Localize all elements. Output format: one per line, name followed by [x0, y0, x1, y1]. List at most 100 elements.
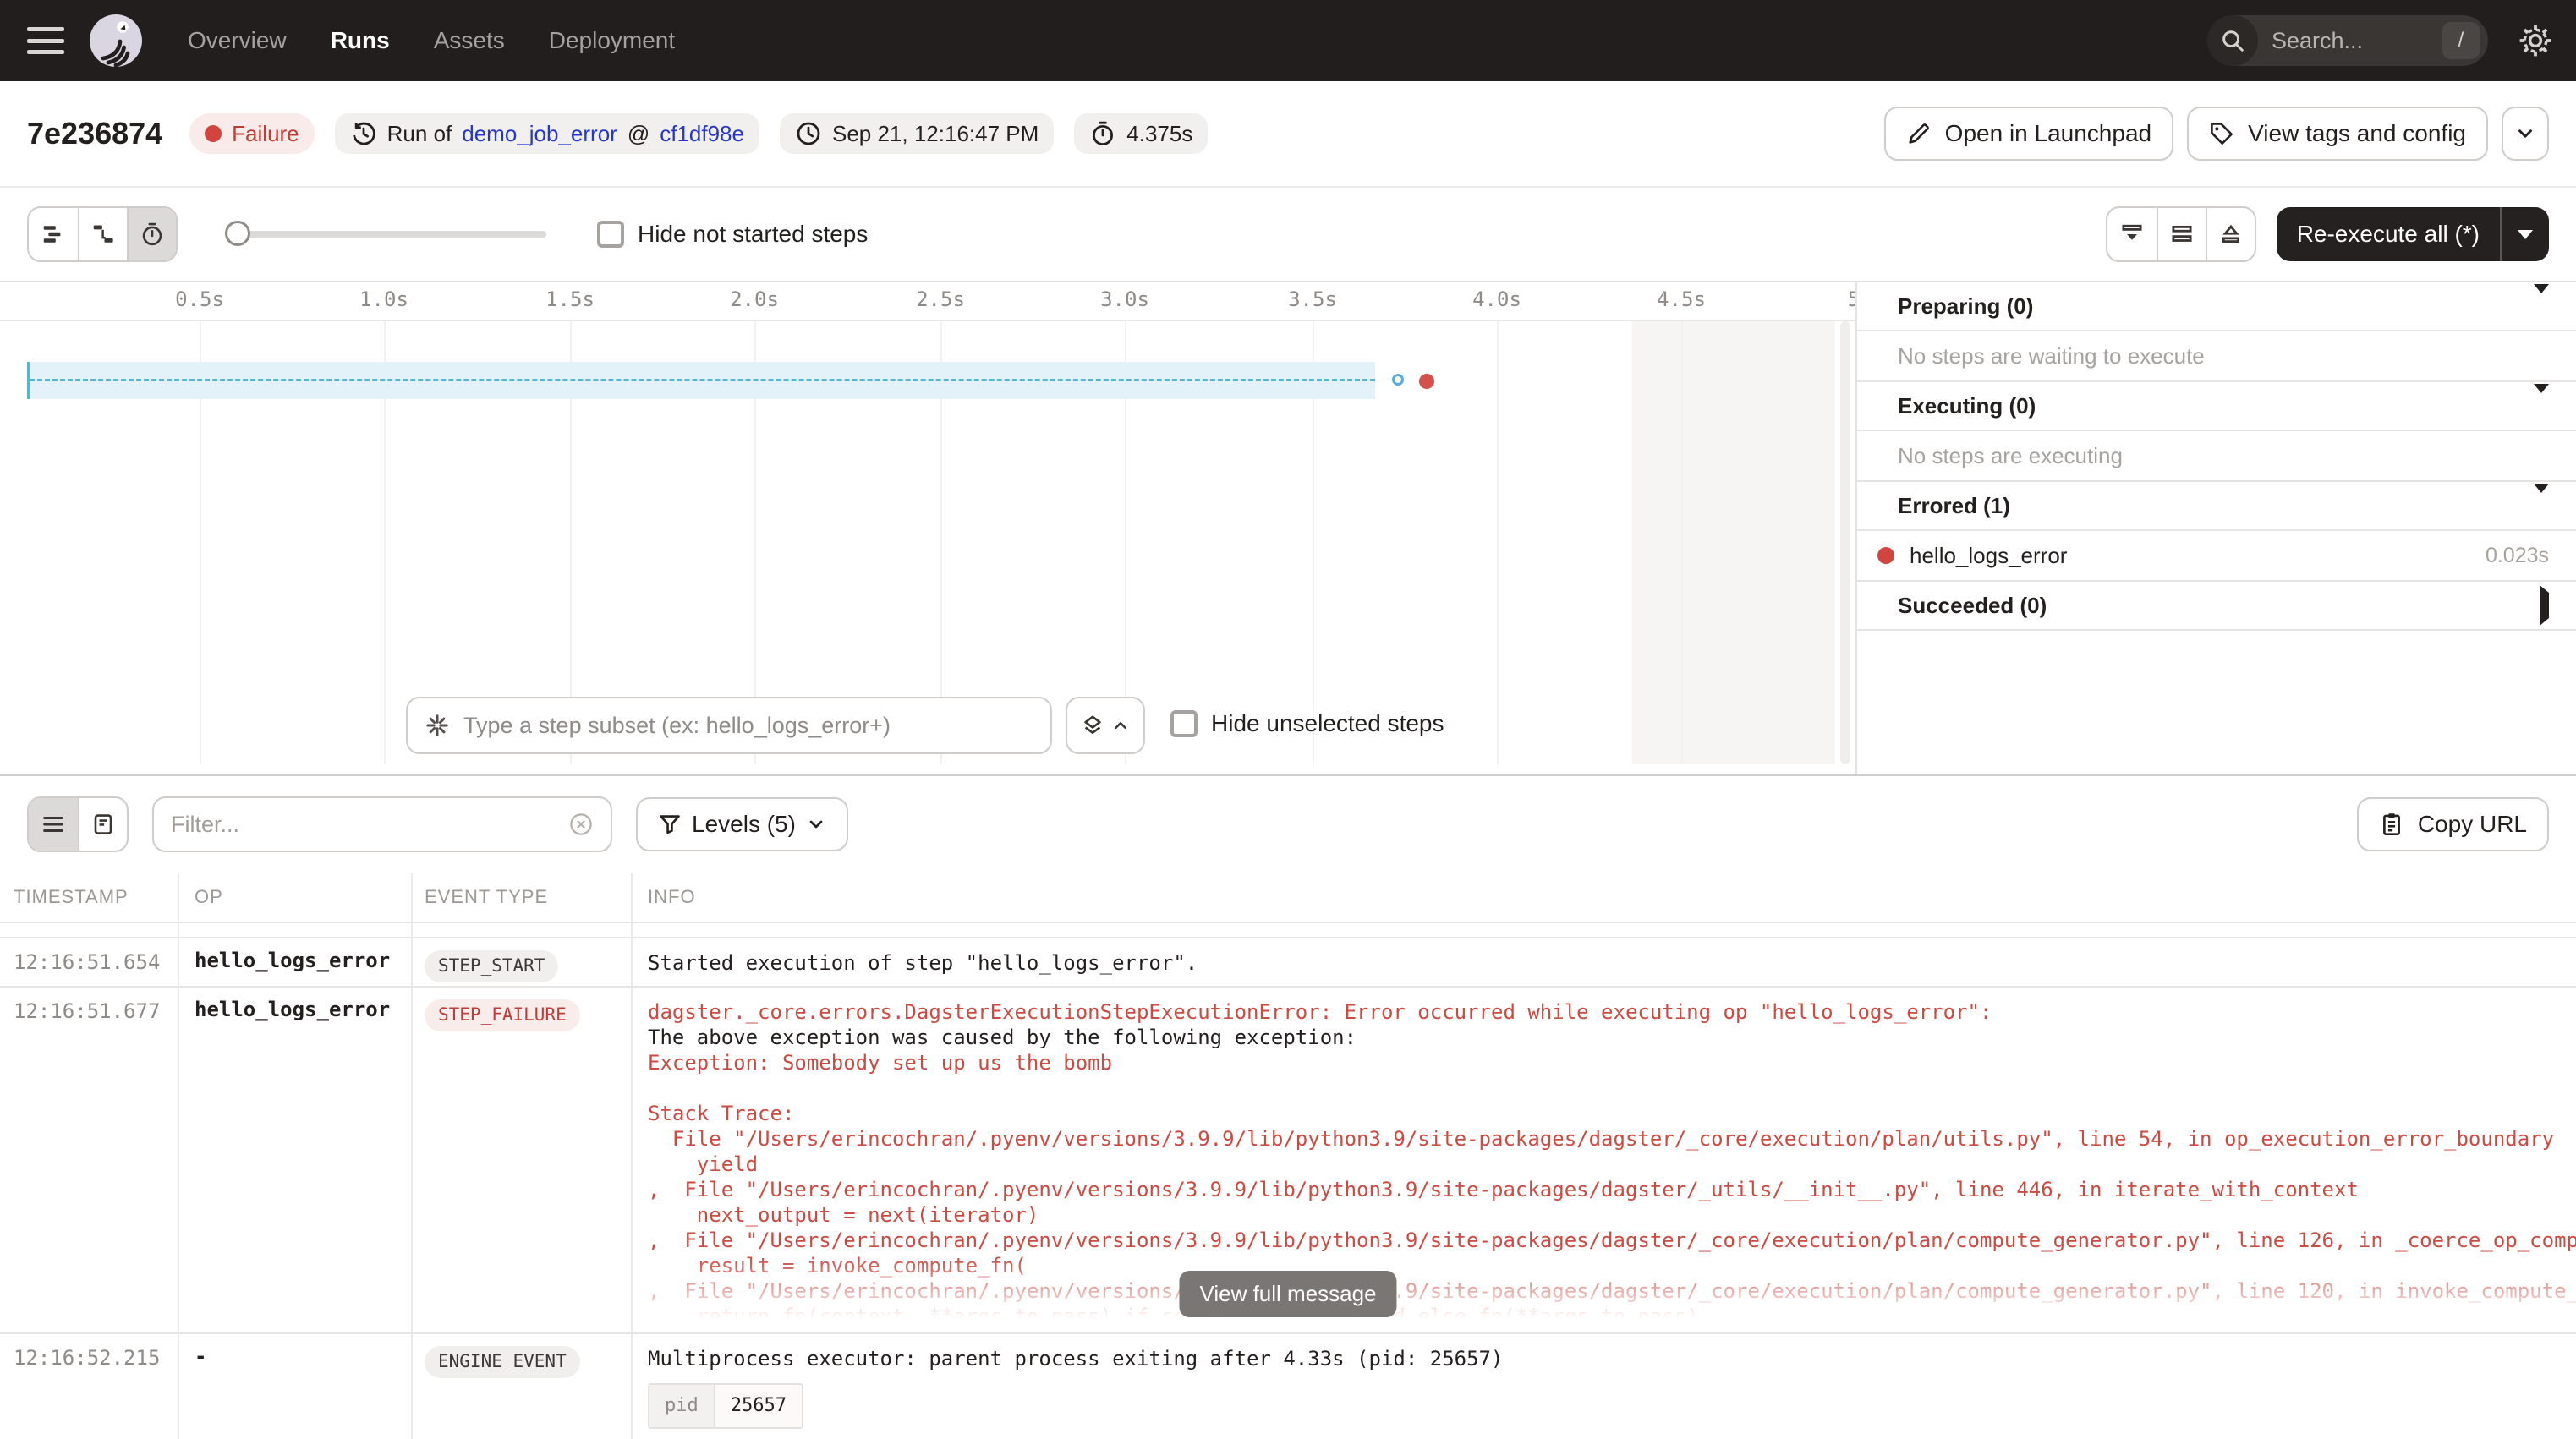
hamburger-menu-icon[interactable] — [27, 27, 64, 54]
event-metadata-table: pid 25657 — [648, 1383, 803, 1429]
step-duration: 0.023s — [2486, 544, 2549, 568]
gantt-waterfall-view-button[interactable] — [78, 208, 127, 260]
gantt-view-mode-control — [27, 206, 178, 262]
copy-url-button[interactable]: Copy URL — [2357, 797, 2549, 851]
log-op: - — [178, 1334, 411, 1439]
hide-not-started-checkbox[interactable]: Hide not started steps — [597, 221, 868, 248]
nav-item-overview[interactable]: Overview — [188, 27, 287, 54]
section-preparing[interactable]: Preparing (0) — [1857, 282, 2576, 331]
reexecute-dropdown-caret[interactable] — [2502, 230, 2549, 239]
open-in-launchpad-button[interactable]: Open in Launchpad — [1884, 107, 2173, 161]
col-op: OP — [178, 873, 411, 922]
section-succeeded[interactable]: Succeeded (0) — [1857, 582, 2576, 631]
dagster-logo[interactable] — [88, 13, 144, 68]
status-badge: Failure — [189, 113, 314, 154]
filter-funnel-icon — [658, 813, 682, 836]
event-type-badge: STEP_FAILURE — [425, 999, 580, 1031]
op-selector-icon — [425, 713, 450, 738]
gantt-chart[interactable]: 0.5s 1.0s 1.5s 2.0s 2.5s 3.0s 3.5s 4.0s … — [0, 282, 1855, 774]
run-header: 7e236874 Failure Run of demo_job_error @… — [0, 81, 2576, 188]
top-nav: Overview Runs Assets Deployment Search..… — [0, 0, 2576, 81]
chevron-down-icon — [806, 814, 826, 834]
graph-query-layers-button[interactable] — [1066, 697, 1145, 754]
expand-up-panel-button[interactable] — [2206, 208, 2255, 260]
layers-icon — [1081, 714, 1104, 737]
collapse-down-panel-button[interactable] — [2107, 208, 2157, 260]
axis-tick: 3.5s — [1288, 287, 1337, 311]
axis-tick: 0.5s — [175, 287, 224, 311]
slider-knob[interactable] — [225, 221, 250, 246]
search-input[interactable]: Search... / — [2207, 15, 2488, 66]
gantt-timed-view-button[interactable] — [127, 208, 176, 260]
run-of-tag: Run of demo_job_error @ cf1df98e — [335, 113, 759, 154]
view-full-message-button[interactable]: View full message — [1179, 1271, 1396, 1317]
metadata-value: 25657 — [715, 1385, 802, 1427]
gantt-step-bar[interactable] — [27, 362, 1375, 399]
log-filter-input-wrap — [152, 796, 612, 852]
errored-step-row[interactable]: hello_logs_error 0.023s — [1857, 531, 2576, 582]
checkbox-box[interactable] — [1170, 710, 1198, 737]
commit-link[interactable]: cf1df98e — [660, 121, 744, 147]
collapse-caret-icon[interactable] — [2534, 493, 2549, 519]
log-row-step-start[interactable]: 12:16:51.654 hello_logs_error STEP_START… — [0, 938, 2576, 988]
axis-tick: 2.5s — [916, 287, 965, 311]
view-tags-config-button[interactable]: View tags and config — [2187, 107, 2488, 161]
nav-item-runs[interactable]: Runs — [331, 27, 390, 54]
levels-dropdown-button[interactable]: Levels (5) — [636, 797, 848, 851]
step-failure-marker[interactable] — [1419, 374, 1434, 389]
metadata-key: pid — [649, 1385, 715, 1427]
log-row-partial[interactable] — [0, 923, 2576, 938]
checkbox-box[interactable] — [597, 221, 624, 248]
axis-tick: 1.0s — [359, 287, 408, 311]
chevron-down-icon — [2514, 123, 2536, 145]
gantt-zoom-slider[interactable] — [225, 221, 546, 248]
hide-unselected-checkbox[interactable]: Hide unselected steps — [1170, 710, 1444, 737]
section-errored[interactable]: Errored (1) — [1857, 482, 2576, 531]
section-executing[interactable]: Executing (0) — [1857, 382, 2576, 431]
step-output-marker[interactable] — [1392, 374, 1404, 386]
job-link[interactable]: demo_job_error — [462, 121, 617, 147]
caret-up-icon — [1111, 716, 1130, 735]
header-more-actions-button[interactable] — [2502, 107, 2549, 161]
event-type-badge: ENGINE_EVENT — [425, 1346, 580, 1378]
axis-tick: 1.5s — [545, 287, 595, 311]
step-subset-input[interactable] — [463, 713, 1033, 739]
axis-tick: 2.0s — [730, 287, 779, 311]
timer-icon — [1089, 120, 1116, 147]
axis-tick: 5 — [1848, 287, 1855, 311]
col-event-type: EVENT TYPE — [411, 873, 631, 922]
collapse-caret-icon[interactable] — [2534, 393, 2549, 419]
search-shortcut-key: / — [2442, 22, 2480, 59]
log-error-message: dagster._core.errors.DagsterExecutionSte… — [631, 988, 2576, 1339]
log-filter-input[interactable] — [171, 812, 568, 838]
clear-filter-icon[interactable] — [568, 812, 594, 837]
reexecute-all-button[interactable]: Re-execute all (*) — [2277, 207, 2549, 261]
log-timestamp: 12:16:51.654 — [0, 938, 178, 986]
timestamp-tag: Sep 21, 12:16:47 PM — [780, 113, 1054, 154]
axis-tick: 4.0s — [1472, 287, 1521, 311]
collapse-caret-icon[interactable] — [2534, 293, 2549, 320]
clipboard-icon — [2379, 812, 2404, 837]
log-table: TIMESTAMP OP EVENT TYPE INFO 12:16:51.65… — [0, 873, 2576, 1439]
pencil-icon — [1906, 121, 1932, 146]
log-structured-view-button[interactable] — [78, 798, 127, 851]
run-top-pane: 0.5s 1.0s 1.5s 2.0s 2.5s 3.0s 3.5s 4.0s … — [0, 282, 2576, 776]
step-name: hello_logs_error — [1910, 543, 2067, 569]
col-info: INFO — [631, 873, 2576, 922]
axis-tick: 3.0s — [1100, 287, 1149, 311]
step-error-dot-icon — [1877, 547, 1894, 564]
log-list-view-button[interactable] — [29, 798, 78, 851]
log-row-step-failure[interactable]: 12:16:51.677 hello_logs_error STEP_FAILU… — [0, 988, 2576, 1334]
gear-icon[interactable] — [2518, 24, 2552, 57]
nav-item-assets[interactable]: Assets — [434, 27, 505, 54]
log-table-header: TIMESTAMP OP EVENT TYPE INFO — [0, 873, 2576, 923]
gantt-flat-view-button[interactable] — [29, 208, 78, 260]
step-subset-input-wrap — [406, 697, 1052, 754]
split-panels-button[interactable] — [2157, 208, 2206, 260]
preparing-empty-text: No steps are waiting to execute — [1857, 331, 2576, 382]
col-timestamp: TIMESTAMP — [0, 873, 178, 922]
log-row-engine-event[interactable]: 12:16:52.215 - ENGINE_EVENT Multiprocess… — [0, 1334, 2576, 1439]
nav-item-deployment[interactable]: Deployment — [549, 27, 675, 54]
history-icon — [350, 120, 377, 147]
expand-caret-icon[interactable] — [2540, 593, 2549, 619]
